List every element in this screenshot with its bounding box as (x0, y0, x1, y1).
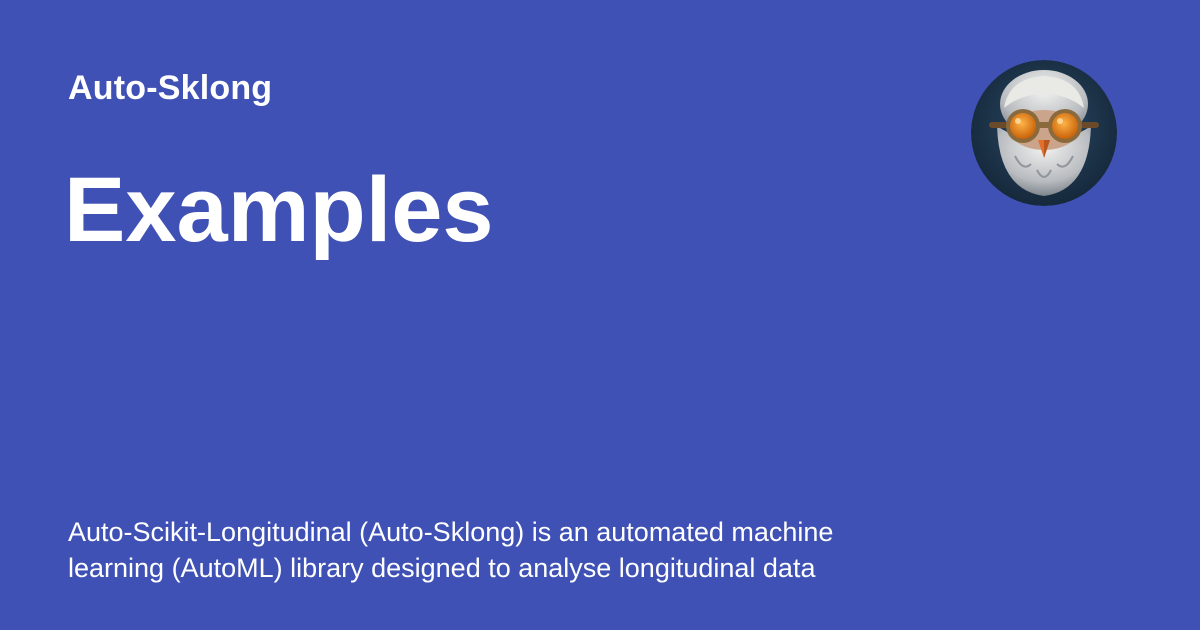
logo (971, 60, 1117, 206)
page-description: Auto-Scikit-Longitudinal (Auto-Sklong) i… (68, 517, 834, 583)
page-title: Examples (64, 159, 494, 261)
social-card: Auto-Sklong Examples Auto-Scikit-Longitu… (0, 0, 1200, 630)
bearded-owl-with-goggles-icon (971, 60, 1117, 206)
site-name: Auto-Sklong (68, 69, 273, 107)
